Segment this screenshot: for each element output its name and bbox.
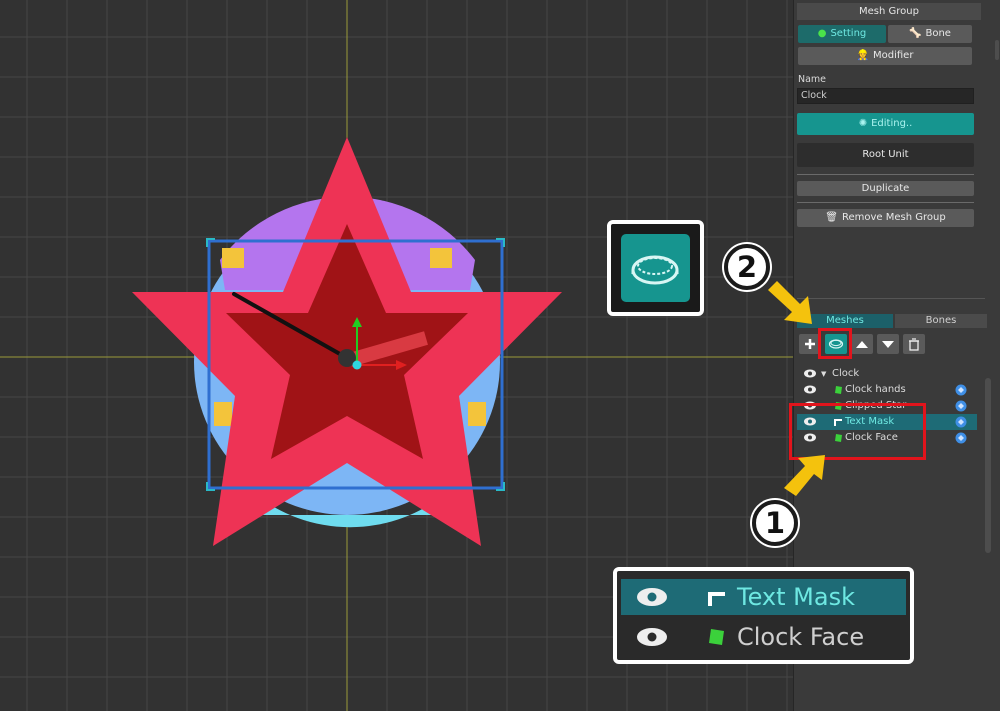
zoom-row-clock-face: Clock Face — [621, 619, 906, 655]
mesh-icon — [709, 629, 724, 645]
zoom-layer-list: Text Mask Clock Face — [613, 567, 914, 664]
zoom-row-text-mask: Text Mask — [621, 579, 906, 615]
mask-mesh-icon — [631, 255, 679, 285]
callout-1: 1 — [752, 500, 798, 546]
callout-2: 2 — [724, 244, 770, 290]
visibility-eye-icon — [637, 628, 667, 646]
zoom-button-bg — [621, 234, 690, 302]
clip-icon — [708, 592, 725, 606]
visibility-eye-icon — [637, 588, 667, 606]
zoom-mask-mesh-button — [607, 220, 704, 316]
zoom-label: Clock Face — [737, 623, 865, 651]
arrow-to-button — [768, 281, 812, 324]
arrow-to-list — [784, 455, 825, 496]
zoom-label: Text Mask — [737, 583, 855, 611]
